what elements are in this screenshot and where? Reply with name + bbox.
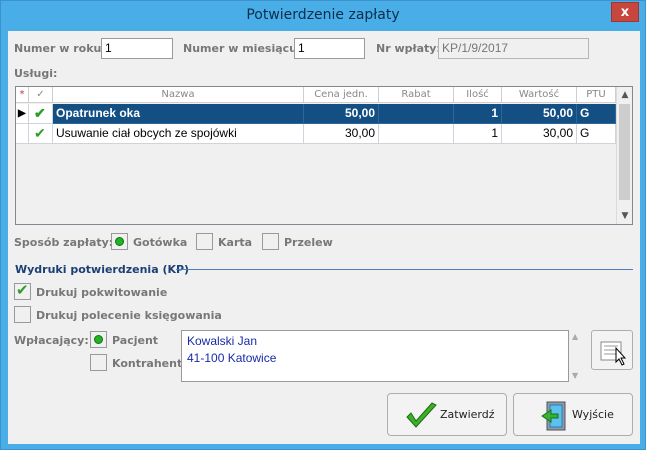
numer-w-miesiacu-input[interactable]: 1 xyxy=(294,38,365,59)
radio-pacjent[interactable] xyxy=(90,331,107,348)
gotowka-label[interactable]: Gotówka xyxy=(133,236,187,249)
address-line-1: Kowalski Jan xyxy=(187,334,258,348)
numer-w-roku-input[interactable]: 1 xyxy=(101,38,173,59)
drukuj-pokwitowanie-label[interactable]: Drukuj pokwitowanie xyxy=(36,286,167,299)
cell-nazwa: Usuwanie ciał obcych ze spojówki xyxy=(53,124,304,144)
confirm-label: Zatwierdź xyxy=(440,408,495,421)
drukuj-pokwitowanie-checkbox[interactable]: ✔ xyxy=(14,281,31,300)
cell-cena: 30,00 xyxy=(304,124,379,144)
dialog-window: Potwierdzenie zapłaty x Numer w roku: 1 … xyxy=(0,0,646,450)
cell-rabat xyxy=(379,104,454,124)
table-row[interactable]: ▶ ✔ Opatrunek oka 50,00 1 50,00 G xyxy=(16,104,616,124)
select-payer-button[interactable] xyxy=(591,330,633,370)
wplacajacy-label: Wpłacający: xyxy=(14,334,89,347)
exit-door-icon xyxy=(541,401,566,431)
scroll-down-icon[interactable]: ▼ xyxy=(572,371,578,380)
wydruki-section-title: Wydruki potwierdzenia (KP) xyxy=(15,263,190,276)
kontrahent-label[interactable]: Kontrahent xyxy=(112,357,182,370)
section-divider xyxy=(176,269,633,270)
cell-nazwa: Opatrunek oka xyxy=(53,104,304,124)
exit-button[interactable]: Wyjście xyxy=(513,393,633,436)
col-ilosc-header[interactable]: Ilość xyxy=(454,87,502,103)
checkmark-icon[interactable]: ✔ xyxy=(29,124,53,144)
drukuj-polecenie-checkbox[interactable] xyxy=(14,306,31,323)
scroll-up-icon[interactable]: ▲ xyxy=(617,87,633,103)
checkmark-icon: ✔ xyxy=(16,281,29,299)
uslugi-label: Usługi: xyxy=(14,67,58,80)
scroll-thumb[interactable] xyxy=(619,104,630,200)
row-pointer-icon: ▶ xyxy=(16,104,29,124)
przelew-label[interactable]: Przelew xyxy=(284,236,333,249)
table-header: * ✓ Nazwa Cena jedn. Rabat Ilość Wartość… xyxy=(16,87,616,103)
cell-ilosc: 1 xyxy=(454,124,502,144)
window-title: Potwierdzenie zapłaty xyxy=(246,7,400,23)
numer-w-roku-label: Numer w roku: xyxy=(14,42,106,55)
nr-wplaty-label: Nr wpłaty: xyxy=(376,42,441,55)
cell-ptu: G xyxy=(577,124,616,144)
checkmark-icon xyxy=(406,402,437,428)
numer-w-miesiacu-label: Numer w miesiącu: xyxy=(183,42,302,55)
col-nazwa-header[interactable]: Nazwa xyxy=(53,87,304,103)
title-bar[interactable]: Potwierdzenie zapłaty x xyxy=(1,1,645,31)
confirm-button[interactable]: Zatwierdź xyxy=(387,393,507,436)
drukuj-polecenie-label[interactable]: Drukuj polecenie księgowania xyxy=(36,309,222,322)
radio-selected-dot xyxy=(94,335,103,344)
radio-kontrahent[interactable] xyxy=(90,354,107,371)
karta-label[interactable]: Karta xyxy=(218,236,252,249)
table-scrollbar[interactable]: ▲ ▼ xyxy=(616,87,632,224)
radio-gotowka[interactable] xyxy=(111,233,128,250)
col-rabat-header[interactable]: Rabat xyxy=(379,87,454,103)
exit-label: Wyjście xyxy=(572,408,614,421)
pacjent-label[interactable]: Pacjent xyxy=(112,334,158,347)
dialog-body: Numer w roku: 1 Numer w miesiącu: 1 Nr w… xyxy=(8,31,640,444)
col-cena-header[interactable]: Cena jedn. xyxy=(304,87,379,103)
list-select-icon xyxy=(600,341,627,366)
cell-rabat xyxy=(379,124,454,144)
col-marker-header[interactable]: * xyxy=(16,87,29,103)
scroll-up-icon[interactable]: ▲ xyxy=(572,332,578,341)
radio-karta[interactable] xyxy=(196,233,213,250)
radio-przelew[interactable] xyxy=(262,233,279,250)
col-check-header[interactable]: ✓ xyxy=(29,87,53,103)
close-button[interactable]: x xyxy=(611,2,639,22)
payer-address-box[interactable]: Kowalski Jan 41-100 Katowice xyxy=(181,330,569,382)
nr-wplaty-input: KP/1/9/2017 xyxy=(438,38,589,59)
cell-cena: 50,00 xyxy=(304,104,379,124)
cell-wartosc: 30,00 xyxy=(502,124,577,144)
radio-selected-dot xyxy=(115,237,124,246)
table-row[interactable]: ✔ Usuwanie ciał obcych ze spojówki 30,00… xyxy=(16,124,616,144)
address-scrollbar[interactable]: ▲ ▼ xyxy=(569,330,584,382)
sposob-zaplaty-label: Sposób zapłaty: xyxy=(14,236,114,249)
address-line-2: 41-100 Katowice xyxy=(187,351,277,365)
col-ptu-header[interactable]: PTU xyxy=(577,87,616,103)
services-table: * ✓ Nazwa Cena jedn. Rabat Ilość Wartość… xyxy=(15,86,633,225)
scroll-down-icon[interactable]: ▼ xyxy=(617,208,633,224)
col-wartosc-header[interactable]: Wartość xyxy=(502,87,577,103)
cell-ptu: G xyxy=(577,104,616,124)
cell-wartosc: 50,00 xyxy=(502,104,577,124)
checkmark-icon[interactable]: ✔ xyxy=(29,104,53,124)
cell-ilosc: 1 xyxy=(454,104,502,124)
row-marker xyxy=(16,124,29,144)
